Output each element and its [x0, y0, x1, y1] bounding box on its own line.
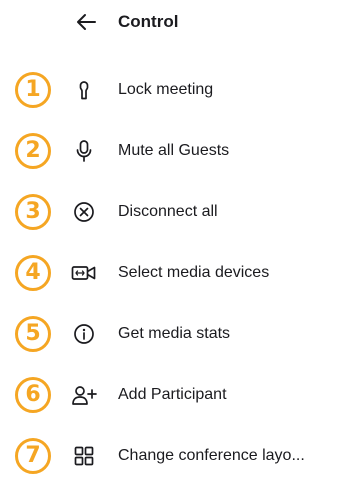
- menu-item-disconnect-all[interactable]: 3 Disconnect all: [0, 182, 343, 242]
- lock-icon: [79, 81, 89, 100]
- microphone-icon: [76, 140, 92, 162]
- arrow-left-icon: [77, 14, 96, 30]
- menu-item-label: Get media stats: [118, 325, 231, 342]
- menu-item-lock-meeting[interactable]: 1 Lock meeting: [0, 60, 343, 120]
- close-circle-icon: [74, 202, 94, 222]
- step-badge: 5: [15, 316, 51, 352]
- menu-item-label: Add Participant: [118, 386, 227, 403]
- step-badge: 4: [15, 255, 51, 291]
- add-person-icon: [72, 386, 97, 405]
- step-badge: 1: [15, 72, 51, 108]
- step-badge: 7: [15, 438, 51, 474]
- step-badge: 3: [15, 194, 51, 230]
- menu-item-change-conference-layout[interactable]: 7 Change conference layo...: [0, 426, 343, 486]
- video-camera-icon: [71, 266, 96, 280]
- info-icon: [74, 324, 94, 344]
- menu-item-label: Lock meeting: [118, 81, 214, 98]
- menu-item-add-participant[interactable]: 6 Add Participant: [0, 365, 343, 425]
- step-badge: 2: [15, 133, 51, 169]
- menu-item-select-media-devices[interactable]: 4 Select media devices: [0, 243, 343, 303]
- menu-item-mute-all-guests[interactable]: 2 Mute all Guests: [0, 121, 343, 181]
- back-button[interactable]: [70, 10, 102, 34]
- menu-item-label: Disconnect all: [118, 203, 218, 220]
- menu-item-label: Mute all Guests: [118, 142, 230, 159]
- step-badge: 6: [15, 377, 51, 413]
- menu-item-label: Select media devices: [118, 264, 270, 281]
- header: Control: [0, 0, 343, 44]
- page-title: Control: [118, 12, 179, 31]
- menu-item-get-media-stats[interactable]: 5 Get media stats: [0, 304, 343, 364]
- menu-item-label: Change conference layo...: [118, 447, 305, 464]
- grid-layout-icon: [74, 446, 94, 466]
